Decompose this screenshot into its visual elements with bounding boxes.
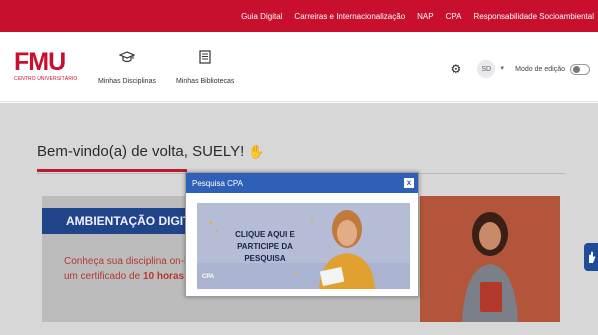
pesquisa-cpa-modal: Pesquisa CPA x CLIQUE AQUI E PARTICIPE D… [185, 172, 419, 297]
nav-minhas-disciplinas[interactable]: Minhas Disciplinas [98, 46, 156, 85]
logo-wordmark: FMU [14, 48, 66, 76]
banner-line-1: Conheça sua disciplina on-l [64, 256, 187, 267]
welcome-text: Bem-vindo(a) de volta, SUELY! [37, 143, 245, 160]
accent-rule [37, 169, 187, 172]
top-links-bar: Guia Digital Carreiras e Internacionaliz… [0, 0, 598, 32]
link-nap[interactable]: NAP [417, 12, 433, 21]
book-icon [197, 46, 213, 68]
hand-icon [588, 251, 595, 263]
student-photo-illustration [462, 212, 518, 322]
edit-mode-label: Modo de edição [515, 65, 565, 73]
banner-line-2-prefix: um certificado de [64, 271, 141, 282]
link-guia-digital[interactable]: Guia Digital [241, 12, 282, 21]
chevron-down-icon[interactable]: ▼ [499, 66, 505, 72]
welcome-heading: Bem-vindo(a) de volta, SUELY! ✋ [37, 143, 265, 160]
cpa-logo: CPA [202, 274, 215, 280]
fmu-logo[interactable]: FMU CENTRO UNIVERSITÁRIO [14, 48, 84, 83]
graduation-cap-icon [118, 46, 135, 68]
nav-minhas-bibliotecas[interactable]: Minhas Bibliotecas [176, 46, 234, 85]
link-responsabilidade[interactable]: Responsabilidade Socioambiental [473, 12, 594, 21]
edit-mode-toggle[interactable] [570, 63, 590, 75]
link-carreiras[interactable]: Carreiras e Internacionalização [294, 12, 405, 21]
nav-label-disciplinas: Minhas Disciplinas [98, 78, 156, 85]
logo-tagline: CENTRO UNIVERSITÁRIO [14, 76, 78, 82]
banner-description: Conheça sua disciplina on-l um certifica… [64, 254, 186, 284]
banner-line-2: um certificado de 10 horas [64, 269, 186, 284]
gear-icon[interactable]: ⚙ [450, 62, 461, 76]
cpa-survey-banner[interactable]: CLIQUE AQUI E PARTICIPE DA PESQUISA CPA [197, 203, 410, 289]
accessibility-button[interactable] [584, 243, 598, 271]
survey-call-to-action: CLIQUE AQUI E PARTICIPE DA PESQUISA [235, 230, 295, 263]
close-icon[interactable]: x [404, 178, 414, 188]
nav-label-bibliotecas: Minhas Bibliotecas [176, 78, 235, 85]
avatar[interactable]: SD [477, 60, 496, 78]
site-header: FMU CENTRO UNIVERSITÁRIO Minhas Discipli… [0, 32, 598, 102]
modal-title: Pesquisa CPA [192, 178, 243, 188]
banner-hours: 10 horas [142, 271, 185, 282]
user-controls: ⚙ SD ▼ Modo de edição [450, 60, 590, 78]
waving-hand-icon: ✋ [248, 144, 265, 159]
link-cpa[interactable]: CPA [446, 12, 462, 21]
modal-header: Pesquisa CPA x [186, 173, 418, 193]
